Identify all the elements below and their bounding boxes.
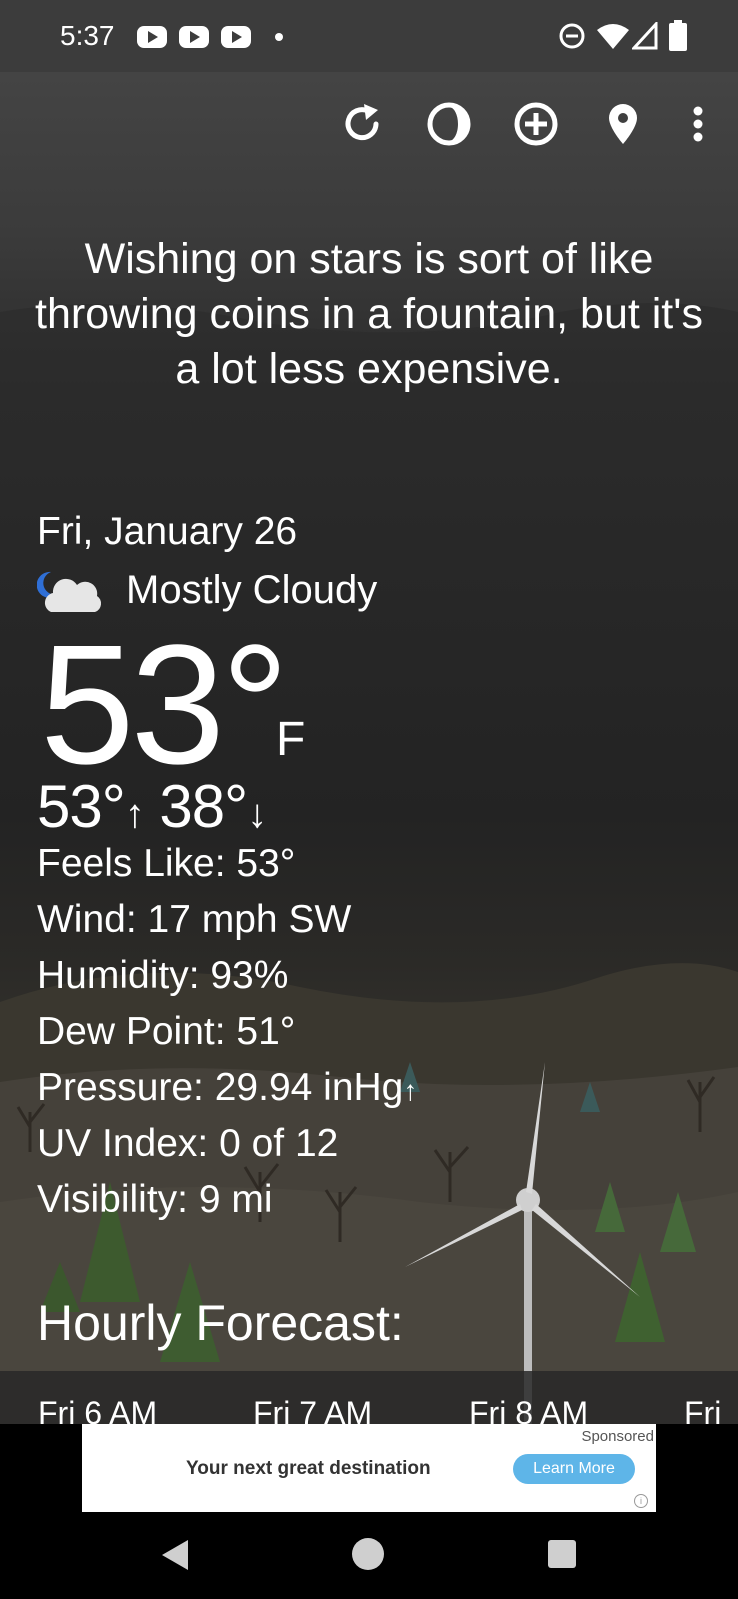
feels-like: Feels Like: 53°: [37, 842, 296, 885]
refresh-icon: [345, 104, 379, 141]
hourly-forecast-strip[interactable]: Fri 6 AM Fri 7 AM Fri 8 AM Fri: [0, 1371, 738, 1424]
daily-quote: Wishing on stars is sort of like throwin…: [35, 235, 703, 393]
system-nav-bar: [0, 1512, 738, 1599]
visibility: Visibility: 9 mi: [37, 1178, 273, 1221]
notification-dot-icon: [275, 33, 283, 41]
moon-phase-icon: [427, 102, 471, 146]
sponsored-label: Sponsored: [581, 1428, 654, 1445]
status-time: 5:37: [60, 20, 115, 51]
youtube-icon: [179, 26, 209, 48]
signal-icon: [632, 22, 658, 50]
add-location-button[interactable]: [512, 100, 560, 148]
location-pin-icon: [609, 104, 637, 144]
pressure: Pressure: 29.94 inHg↑: [37, 1066, 417, 1110]
weather-main[interactable]: Wishing on stars is sort of like throwin…: [0, 72, 738, 1424]
ad-info-icon[interactable]: i: [634, 1494, 648, 1508]
high-low-temps: 53°↑ 38°↓: [37, 772, 267, 841]
youtube-icon: [137, 26, 167, 48]
uv-index: UV Index: 0 of 12: [37, 1122, 339, 1165]
wifi-icon: [597, 24, 629, 49]
recent-apps-icon[interactable]: [548, 1540, 576, 1568]
status-bar: 5:37: [0, 0, 738, 72]
hourly-item[interactable]: Fri 7 AM: [253, 1395, 372, 1424]
condition-text: Mostly Cloudy: [126, 568, 378, 612]
learn-more-button[interactable]: Learn More: [513, 1454, 635, 1484]
low-arrow-icon: ↓: [247, 792, 267, 836]
hourly-item[interactable]: Fri 6 AM: [38, 1395, 157, 1424]
back-icon[interactable]: [160, 1538, 190, 1572]
add-location-icon: [514, 102, 558, 146]
temperature-unit: F: [276, 713, 306, 766]
more-options-button[interactable]: [676, 100, 720, 148]
battery-icon: [669, 20, 687, 51]
high-temp: 53°: [37, 773, 126, 840]
high-arrow-icon: ↑: [124, 792, 145, 836]
hourly-item[interactable]: Fri 8 AM: [469, 1395, 588, 1424]
location-button[interactable]: [599, 100, 647, 148]
home-icon[interactable]: [352, 1538, 384, 1570]
pressure-trend-icon: ↑: [403, 1075, 418, 1106]
humidity: Humidity: 93%: [37, 954, 289, 997]
ad-banner[interactable]: Sponsored Your next great destination Le…: [82, 1424, 656, 1512]
dew-point: Dew Point: 51°: [37, 1010, 296, 1053]
current-temperature: 53°: [40, 610, 289, 800]
more-options-icon: [693, 106, 703, 142]
wind: Wind: 17 mph SW: [37, 898, 352, 941]
youtube-icon: [221, 26, 251, 48]
moon-phase-button[interactable]: [425, 100, 473, 148]
do-not-disturb-icon: [559, 23, 585, 49]
hourly-item[interactable]: Fri: [684, 1395, 721, 1424]
current-date: Fri, January 26: [37, 510, 298, 553]
low-temp: 38°: [159, 773, 248, 840]
pressure-value: Pressure: 29.94 inHg: [37, 1066, 404, 1109]
ad-headline[interactable]: Your next great destination: [186, 1458, 431, 1480]
refresh-button[interactable]: [338, 100, 386, 148]
hourly-forecast-title: Hourly Forecast:: [37, 1295, 404, 1351]
